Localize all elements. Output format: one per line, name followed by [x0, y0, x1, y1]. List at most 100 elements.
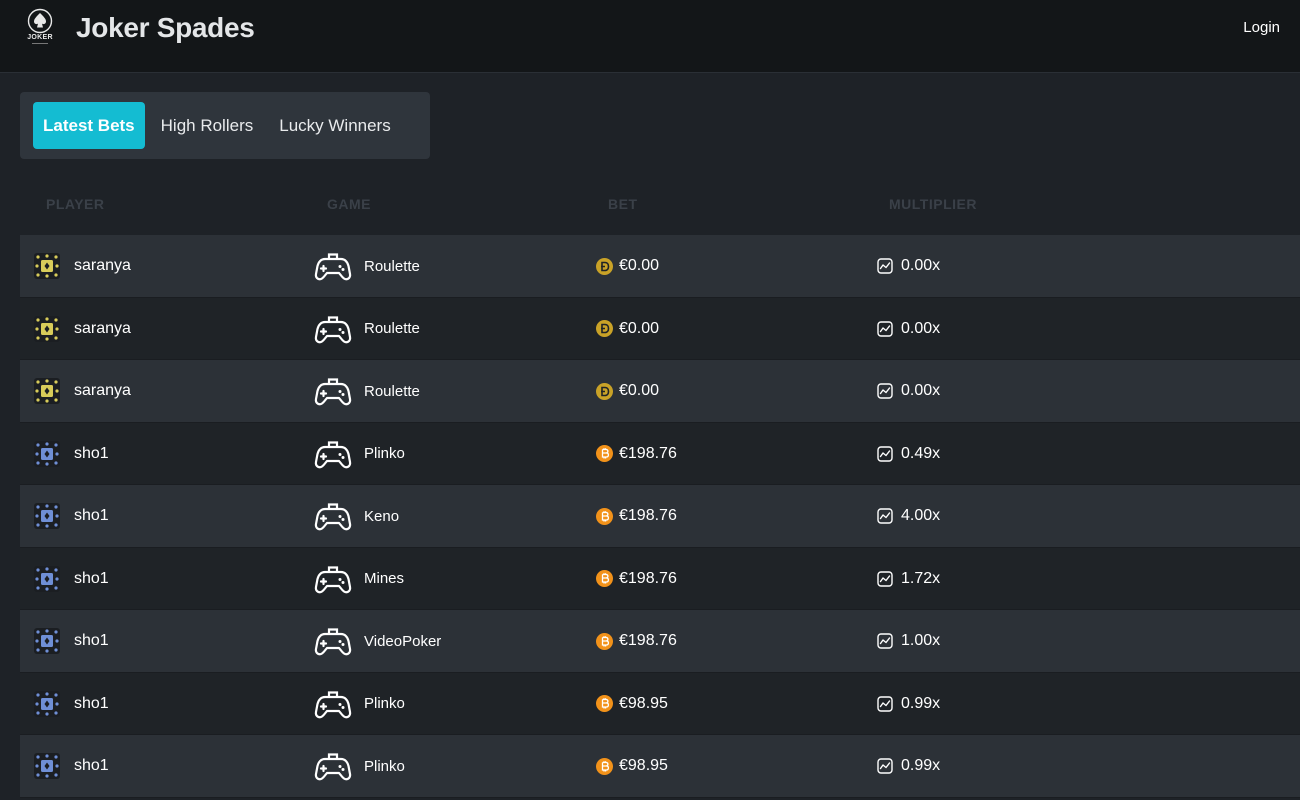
game-name[interactable]: VideoPoker: [364, 633, 441, 650]
multiplier-cell: 0.99x: [877, 735, 940, 797]
bets-table-body: saranya Roulette €0.00 0.00x saranya Rou…: [20, 235, 1300, 798]
game-name[interactable]: Plinko: [364, 445, 405, 462]
gamepad-icon: [314, 440, 352, 468]
bet-cell: €98.95: [596, 735, 668, 797]
player-cell: sho1: [34, 735, 109, 797]
player-cell: saranya: [34, 360, 131, 422]
bitcoin-icon: [596, 445, 613, 462]
player-avatar: [34, 628, 60, 654]
multiplier-value: 1.72x: [901, 569, 941, 587]
player-name[interactable]: saranya: [74, 382, 131, 400]
table-row[interactable]: sho1 Plinko €98.95 0.99x: [20, 672, 1300, 735]
logo-text: JOKER: [27, 34, 53, 41]
bet-amount: €198.76: [619, 632, 677, 649]
player-name[interactable]: sho1: [74, 695, 109, 713]
player-cell: sho1: [34, 423, 109, 485]
player-avatar: [34, 690, 60, 717]
multiplier-value: 0.49x: [901, 444, 941, 462]
trend-chart-icon: [877, 695, 893, 712]
column-header-game: GAME: [327, 196, 371, 212]
table-row[interactable]: sho1 Plinko €198.76 0.49x: [20, 422, 1300, 485]
player-cell: saranya: [34, 298, 131, 360]
game-name[interactable]: Roulette: [364, 258, 420, 275]
table-row[interactable]: saranya Roulette €0.00 0.00x: [20, 360, 1300, 423]
table-row[interactable]: saranya Roulette €0.00 0.00x: [20, 297, 1300, 360]
game-cell: Roulette: [314, 235, 420, 297]
gamepad-icon: [314, 378, 352, 406]
trend-chart-icon: [877, 258, 893, 274]
player-name[interactable]: sho1: [74, 570, 109, 588]
game-cell: Plinko: [314, 673, 405, 735]
multiplier-cell: 0.99x: [877, 673, 940, 735]
multiplier-value: 0.00x: [901, 319, 941, 337]
tab-latest-bets[interactable]: Latest Bets: [33, 102, 145, 149]
player-name[interactable]: sho1: [74, 445, 109, 463]
table-row[interactable]: saranya Roulette €0.00 0.00x: [20, 235, 1300, 298]
table-row[interactable]: sho1 Mines €198.76 1.72x: [20, 547, 1300, 610]
table-row[interactable]: sho1 Keno €198.76 4.00x: [20, 485, 1300, 548]
bet-cell: €198.76: [596, 548, 677, 610]
login-button[interactable]: Login: [1243, 19, 1280, 36]
bet-amount: €198.76: [619, 507, 677, 524]
bet-cell: €0.00: [596, 298, 659, 360]
player-avatar: [34, 378, 60, 404]
player-name[interactable]: sho1: [74, 507, 109, 525]
game-cell: Plinko: [314, 735, 405, 797]
player-cell: sho1: [34, 673, 109, 735]
game-name[interactable]: Plinko: [364, 695, 405, 712]
multiplier-value: 4.00x: [901, 507, 941, 524]
trend-chart-icon: [877, 320, 893, 337]
bet-cell: €198.76: [596, 610, 677, 672]
multiplier-cell: 0.00x: [877, 298, 940, 360]
multiplier-value: 1.00x: [901, 632, 941, 649]
player-avatar: [34, 503, 60, 529]
dogecoin-icon: [596, 382, 613, 400]
column-header-player: PLAYER: [46, 196, 105, 212]
bet-cell: €198.76: [596, 485, 677, 547]
multiplier-cell: 4.00x: [877, 485, 940, 547]
game-name[interactable]: Plinko: [364, 758, 405, 775]
bet-amount: €0.00: [619, 257, 660, 274]
bet-cell: €198.76: [596, 423, 677, 485]
tab-lucky-winners[interactable]: Lucky Winners: [269, 102, 400, 149]
table-header: PLAYER GAME BET MULTIPLIER: [20, 176, 1300, 234]
player-name[interactable]: saranya: [74, 320, 131, 338]
bet-amount: €198.76: [619, 569, 677, 587]
game-name[interactable]: Mines: [364, 570, 404, 587]
multiplier-value: 0.99x: [901, 694, 941, 712]
multiplier-cell: 0.00x: [877, 235, 940, 297]
joker-spade-icon: [27, 8, 53, 34]
game-cell: Mines: [314, 548, 404, 610]
trend-chart-icon: [877, 508, 893, 524]
player-cell: sho1: [34, 548, 109, 610]
player-name[interactable]: saranya: [74, 257, 131, 275]
player-cell: sho1: [34, 610, 109, 672]
player-avatar: [34, 315, 60, 342]
bet-cell: €0.00: [596, 235, 659, 297]
tab-high-rollers[interactable]: High Rollers: [151, 102, 264, 149]
multiplier-cell: 1.00x: [877, 610, 940, 672]
site-title[interactable]: Joker Spades: [76, 12, 255, 44]
gamepad-icon: [314, 253, 352, 281]
game-name[interactable]: Roulette: [364, 383, 420, 400]
table-row[interactable]: sho1 Plinko €98.95 0.99x: [20, 735, 1300, 798]
multiplier-cell: 0.49x: [877, 423, 940, 485]
gamepad-icon: [314, 315, 352, 343]
player-avatar: [34, 753, 60, 779]
trend-chart-icon: [877, 758, 893, 774]
multiplier-value: 0.00x: [901, 257, 941, 274]
player-name[interactable]: sho1: [74, 632, 109, 650]
gamepad-icon: [314, 628, 352, 656]
player-avatar: [34, 253, 60, 279]
table-row[interactable]: sho1 VideoPoker €198.76 1.00x: [20, 610, 1300, 673]
logo[interactable]: JOKER: [24, 8, 56, 46]
game-name[interactable]: Roulette: [364, 320, 420, 337]
trend-chart-icon: [877, 633, 893, 649]
game-name[interactable]: Keno: [364, 508, 399, 525]
player-avatar: [34, 440, 60, 467]
trend-chart-icon: [877, 570, 893, 587]
column-header-bet: BET: [608, 196, 638, 212]
bet-cell: €98.95: [596, 673, 668, 735]
player-avatar: [34, 565, 60, 592]
player-name[interactable]: sho1: [74, 757, 109, 775]
